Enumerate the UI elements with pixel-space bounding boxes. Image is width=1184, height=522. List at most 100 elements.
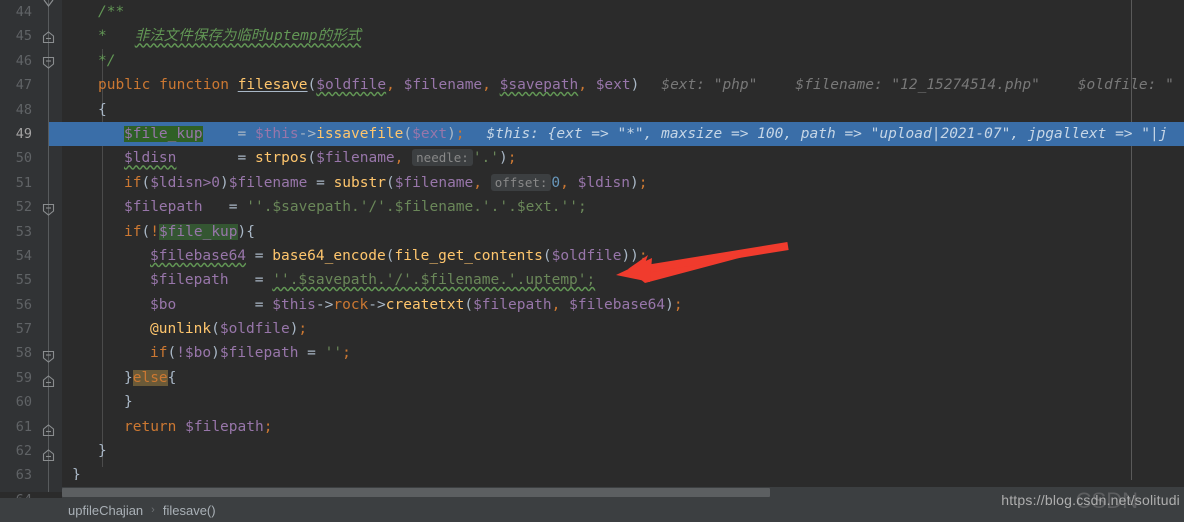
param-oldfile: $oldfile bbox=[316, 77, 387, 94]
comment-close: */ bbox=[98, 52, 116, 69]
function-unlink[interactable]: @unlink bbox=[150, 321, 211, 337]
comment-text-cn: 非法文件保存为临时uptemp的形式 bbox=[134, 28, 362, 45]
fold-expand-icon[interactable] bbox=[42, 56, 55, 69]
brace-close: } bbox=[98, 443, 107, 460]
horizontal-scrollbar-thumb[interactable] bbox=[62, 488, 770, 497]
gutter-row-current[interactable]: 49 bbox=[0, 121, 62, 147]
code-line-signature[interactable]: public function filesave($oldfile, $file… bbox=[62, 73, 1184, 97]
gutter-row[interactable]: 50 bbox=[0, 146, 62, 170]
variable-file-kup: $file_kup bbox=[124, 125, 203, 142]
expr-filepath-uptemp: ''.$savepath.'/'.$filename.'.uptemp'; bbox=[272, 272, 596, 289]
param-hint-needle: needle: bbox=[412, 149, 473, 167]
line-number: 44 bbox=[15, 4, 32, 20]
code-line[interactable]: $filebase64 = base64_encode(file_get_con… bbox=[62, 244, 1184, 268]
fold-end-icon[interactable] bbox=[42, 0, 55, 10]
fold-expand-icon[interactable] bbox=[42, 350, 55, 363]
brace-open: { bbox=[98, 101, 107, 118]
function-strpos[interactable]: strpos bbox=[255, 150, 307, 166]
gutter-row[interactable]: 60 bbox=[0, 390, 62, 414]
code-line[interactable]: } bbox=[62, 439, 1184, 463]
line-number: 60 bbox=[15, 394, 32, 411]
gutter-row[interactable]: 57 bbox=[0, 317, 62, 341]
code-line[interactable]: if(!$bo)$filepath = ''; bbox=[62, 341, 1184, 365]
code-line[interactable]: /** bbox=[62, 0, 1184, 24]
line-number: 56 bbox=[15, 296, 32, 313]
function-base64-encode[interactable]: base64_encode bbox=[272, 248, 386, 264]
this-ref: $this bbox=[254, 125, 299, 142]
code-line[interactable]: }else{ bbox=[62, 366, 1184, 390]
code-line[interactable]: } bbox=[62, 463, 1184, 480]
code-line[interactable]: @unlink($oldfile); bbox=[62, 317, 1184, 341]
code-line[interactable]: return $filepath; bbox=[62, 415, 1184, 439]
fold-expand-icon[interactable] bbox=[42, 203, 55, 216]
variable-ldisn: $ldisn bbox=[124, 150, 177, 167]
property-rock: rock bbox=[333, 296, 369, 313]
brace-close: } bbox=[124, 394, 133, 411]
line-number: 59 bbox=[15, 369, 32, 386]
line-number: 54 bbox=[15, 247, 32, 264]
assign-filename: $filename bbox=[228, 174, 308, 191]
gutter-row[interactable]: 56 bbox=[0, 293, 62, 317]
line-number: 48 bbox=[15, 101, 32, 118]
code-line[interactable]: * 非法文件保存为临时uptemp的形式 bbox=[62, 24, 1184, 48]
fold-end-icon[interactable] bbox=[42, 449, 55, 462]
code-line[interactable]: $ldisn = strpos($filename, needle: '.'); bbox=[62, 146, 1184, 170]
gutter-row[interactable]: 48 bbox=[0, 98, 62, 122]
code-line[interactable]: if($ldisn>0)$filename = substr($filename… bbox=[62, 171, 1184, 195]
ide-editor-window: 44 45 46 47 48 49 50 51 52 53 54 55 56 5… bbox=[0, 0, 1184, 522]
comment-star: * bbox=[98, 28, 107, 45]
breadcrumb-item-class[interactable]: upfileChajian bbox=[68, 503, 143, 518]
editor-gutter[interactable]: 44 45 46 47 48 49 50 51 52 53 54 55 56 5… bbox=[0, 0, 62, 508]
code-line[interactable]: } bbox=[62, 390, 1184, 414]
code-area[interactable]: /** * 非法文件保存为临时uptemp的形式 */ public functi… bbox=[62, 0, 1184, 480]
fold-end-icon[interactable] bbox=[42, 31, 55, 44]
keyword-if: if bbox=[150, 345, 168, 362]
variable-filepath: $filepath bbox=[124, 199, 203, 216]
code-line[interactable]: { bbox=[62, 98, 1184, 122]
arg-filepath: $filepath bbox=[473, 296, 552, 313]
fold-end-icon[interactable] bbox=[42, 424, 55, 437]
function-file-get-contents[interactable]: file_get_contents bbox=[394, 248, 542, 264]
fold-end-icon[interactable] bbox=[42, 375, 55, 388]
code-line[interactable]: $filepath = ''.$savepath.'/'.$filename.'… bbox=[62, 195, 1184, 219]
gutter-row[interactable]: 47 bbox=[0, 73, 62, 97]
arg-filebase64: $filebase64 bbox=[569, 296, 666, 313]
code-line-current[interactable]: $file_kup = $this->issavefile($ext); $thi… bbox=[62, 121, 1184, 147]
line-number: 55 bbox=[15, 272, 32, 289]
csdn-watermark-url: https://blog.csdn.net/solitudi bbox=[1001, 492, 1180, 508]
line-number: 51 bbox=[15, 174, 32, 191]
variable-filebase64: $filebase64 bbox=[150, 247, 247, 264]
param-filename: $filename bbox=[403, 77, 483, 94]
code-line[interactable]: $bo = $this->rock->createtxt($filepath, … bbox=[62, 293, 1184, 317]
gutter-row[interactable]: 55 bbox=[0, 268, 62, 292]
keyword-public: public bbox=[98, 77, 151, 94]
comment-token: /** bbox=[98, 4, 125, 20]
line-number: 58 bbox=[15, 345, 32, 362]
line-number: 47 bbox=[15, 77, 32, 94]
gutter-row[interactable]: 51 bbox=[0, 171, 62, 195]
function-substr[interactable]: substr bbox=[334, 175, 386, 191]
method-createtxt[interactable]: createtxt bbox=[386, 297, 465, 313]
arg-ldisn: $ldisn bbox=[577, 174, 631, 191]
expr-filepath: ''.$savepath.'/'.$filename.'.'.$ext.''; bbox=[246, 199, 587, 216]
line-number: 52 bbox=[15, 199, 32, 216]
method-issavefile[interactable]: issavefile bbox=[316, 126, 403, 142]
code-line[interactable]: if(!$file_kup){ bbox=[62, 220, 1184, 244]
breadcrumb-item-method[interactable]: filesave() bbox=[163, 503, 216, 518]
code-line[interactable]: */ bbox=[62, 49, 1184, 73]
param-savepath: $savepath bbox=[499, 77, 579, 94]
line-number: 53 bbox=[15, 223, 32, 240]
function-name[interactable]: filesave bbox=[238, 77, 308, 93]
line-number: 50 bbox=[15, 150, 32, 167]
gutter-row[interactable]: 63 bbox=[0, 463, 62, 487]
arg-oldfile: $oldfile bbox=[219, 321, 290, 338]
code-line-uptemp[interactable]: $filepath = ''.$savepath.'/'.$filename.'… bbox=[62, 268, 1184, 292]
gutter-row[interactable]: 53 bbox=[0, 220, 62, 244]
debug-hint-filename: $filename: "12_15274514.php" bbox=[795, 77, 1040, 94]
line-number: 62 bbox=[15, 443, 32, 460]
variable-filepath: $filepath bbox=[150, 272, 229, 289]
arg-ext: $ext bbox=[412, 125, 448, 142]
arg-oldfile: $oldfile bbox=[551, 247, 622, 264]
gutter-row[interactable]: 54 bbox=[0, 244, 62, 268]
code-fold-guideline bbox=[48, 0, 49, 492]
